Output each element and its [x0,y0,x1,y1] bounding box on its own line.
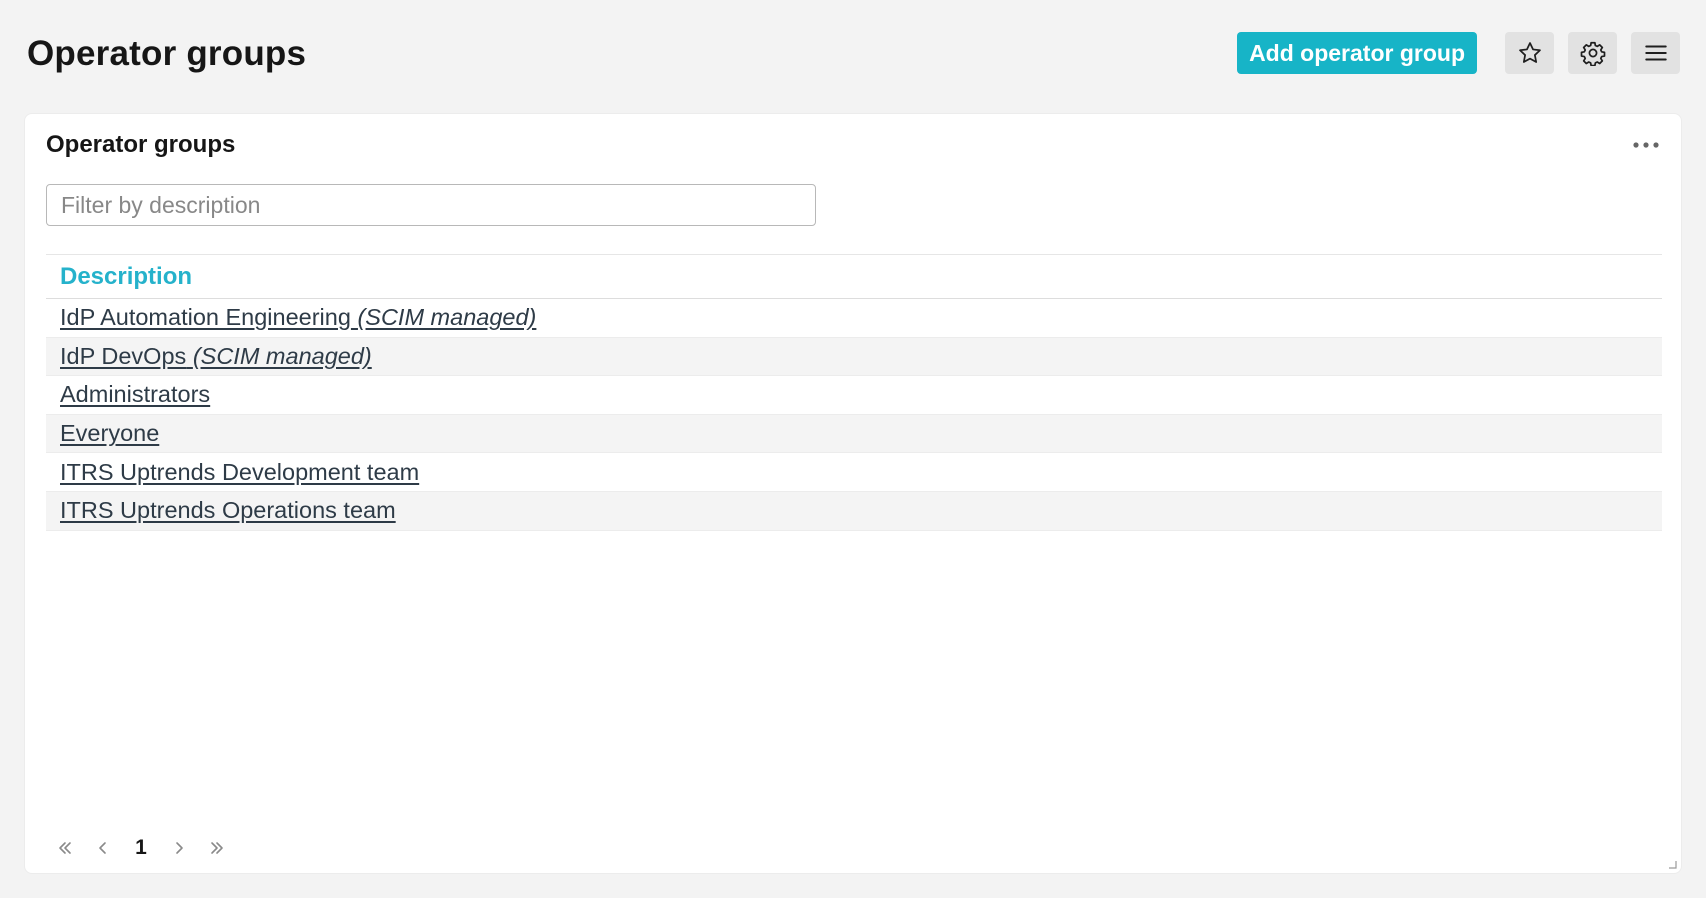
previous-page-button[interactable] [84,832,122,864]
operator-group-link[interactable]: IdP Automation Engineering (SCIM managed… [60,304,536,331]
table-row: IdP Automation Engineering (SCIM managed… [46,299,1662,338]
pagination: 1 [46,832,236,864]
chevron-right-icon [176,842,183,854]
operator-group-link[interactable]: ITRS Uptrends Development team [60,459,419,486]
table-row: ITRS Uptrends Development team [46,453,1662,492]
double-chevron-right-icon [211,842,223,854]
settings-button[interactable] [1568,32,1617,74]
scim-managed-note: (SCIM managed) [357,304,537,331]
table-row: Administrators [46,376,1662,415]
more-horizontal-icon [1633,142,1659,148]
panel-title: Operator groups [46,131,236,158]
scim-managed-note: (SCIM managed) [192,342,372,369]
table-row: ITRS Uptrends Operations team [46,491,1662,531]
operator-group-link[interactable]: Everyone [60,420,159,447]
operator-group-link[interactable]: IdP DevOps (SCIM managed) [60,343,372,370]
operator-group-link[interactable]: ITRS Uptrends Operations team [60,497,396,524]
gear-icon [1580,41,1605,66]
next-page-button[interactable] [160,832,198,864]
favorite-button[interactable] [1505,32,1554,74]
chevron-left-icon [99,842,106,854]
page-title: Operator groups [27,34,307,73]
table-row: IdP DevOps (SCIM managed) [46,337,1662,377]
header-actions: Add operator group [1237,32,1680,74]
hamburger-menu-icon [1644,45,1667,61]
table-body: IdP Automation Engineering (SCIM managed… [46,299,1662,531]
operator-groups-table: Description IdP Automation Engineering (… [46,254,1662,531]
column-header-description[interactable]: Description [60,263,192,291]
page-number-current[interactable]: 1 [122,832,160,864]
table-row: Everyone [46,414,1662,454]
operator-groups-panel: Operator groups Description IdP Automati… [24,113,1682,874]
table-header: Description [46,254,1662,299]
double-chevron-left-icon [59,842,71,854]
operator-group-link[interactable]: Administrators [60,381,210,408]
page-header: Operator groups Add operator group [0,0,1706,110]
main-menu-button[interactable] [1631,32,1680,74]
star-icon [1518,42,1541,63]
panel-menu-button[interactable] [1629,134,1663,156]
first-page-button[interactable] [46,832,84,864]
resize-handle-icon[interactable] [1667,859,1677,869]
last-page-button[interactable] [198,832,236,864]
add-operator-group-button[interactable]: Add operator group [1237,32,1477,74]
filter-by-description-input[interactable] [46,184,816,226]
